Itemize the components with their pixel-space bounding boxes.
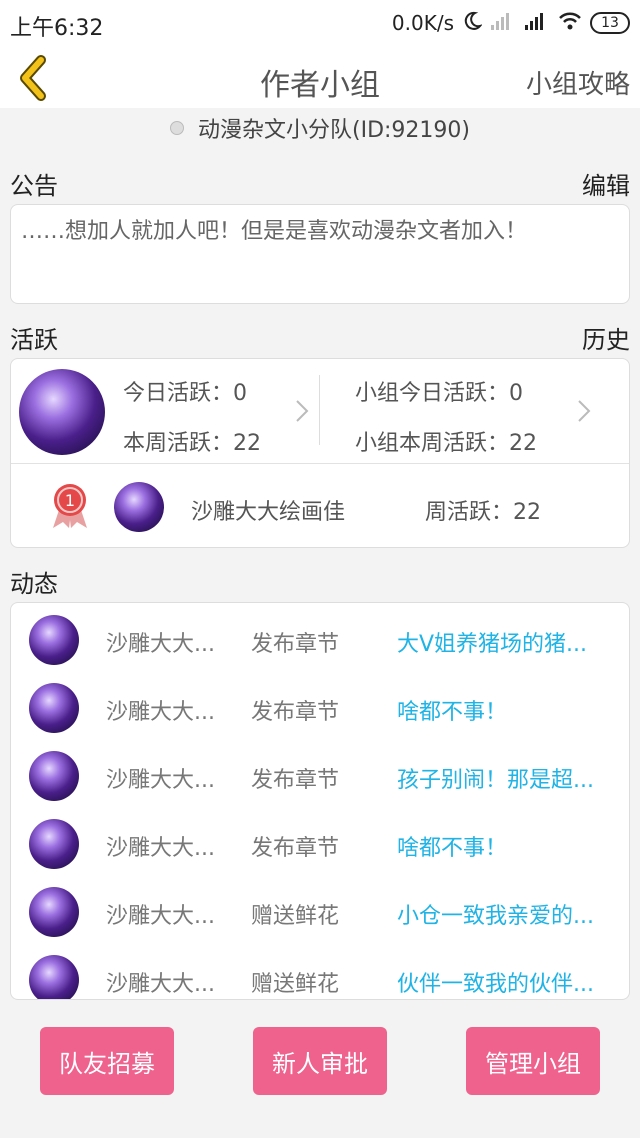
group-today-activity: 小组今日活跃：0	[355, 381, 523, 406]
feed-user: 沙雕大大...	[106, 904, 215, 929]
feed-target-link[interactable]: 伙伴一致我的伙伴...	[397, 966, 594, 998]
feed-user: 沙雕大大...	[106, 768, 215, 793]
notice-label: 公告	[10, 172, 58, 200]
feed-list[interactable]: 沙雕大大... 发布章节 大V姐养猪场的猪... 沙雕大大... 发布章节 啥都…	[10, 602, 630, 1000]
approve-button[interactable]: 新人审批	[253, 1027, 387, 1095]
top-member-row[interactable]: 1 沙雕大大绘画佳 周活跃：22	[11, 464, 629, 548]
status-time: 上午6:32	[10, 16, 104, 41]
divider	[319, 375, 320, 445]
signal-icon-2	[524, 11, 550, 36]
list-item[interactable]: 沙雕大大... 赠送鲜花 伙伴一致我的伙伴...	[11, 945, 629, 999]
feed-target-link[interactable]: 小仓一致我亲爱的...	[397, 898, 594, 930]
battery-indicator: 13	[590, 12, 630, 34]
moon-icon	[462, 11, 483, 36]
net-speed: 0.0K/s	[391, 11, 454, 35]
feed-target-link[interactable]: 啥都不事！	[397, 830, 507, 862]
feed-action: 赠送鲜花	[251, 904, 340, 929]
top-member-weekly: 周活跃：22	[425, 500, 541, 525]
today-activity: 今日活跃：0	[123, 381, 247, 406]
top-member-name: 沙雕大大绘画佳	[191, 500, 346, 525]
medal-icon: 1	[53, 484, 87, 528]
feed-action: 发布章节	[251, 700, 340, 725]
list-item[interactable]: 沙雕大大... 赠送鲜花 小仓一致我亲爱的...	[11, 877, 629, 945]
chevron-left-icon	[20, 55, 46, 101]
avatar	[114, 482, 164, 532]
avatar	[29, 615, 79, 665]
my-activity-link[interactable]: 今日活跃：0 本周活跃：22	[111, 359, 321, 463]
recruit-button[interactable]: 队友招募	[40, 1027, 174, 1095]
feed-action: 发布章节	[251, 632, 340, 657]
manage-group-button[interactable]: 管理小组	[466, 1027, 600, 1095]
feed-target-link[interactable]: 孩子别闹！那是超...	[397, 762, 594, 794]
activity-label: 活跃	[10, 326, 58, 354]
notice-card: ……想加人就加人吧！但是是喜欢动漫杂文者加入！	[10, 204, 630, 304]
chevron-right-icon	[296, 400, 309, 422]
feed-action: 发布章节	[251, 768, 340, 793]
feed-user: 沙雕大大...	[106, 972, 215, 997]
group-name: 动漫杂文小分队(ID:92190)	[198, 118, 470, 143]
status-bar: 上午6:32 0.0K/s 13	[0, 0, 640, 48]
feed-action: 发布章节	[251, 836, 340, 861]
group-info: 动漫杂文小分队(ID:92190)	[0, 108, 640, 148]
list-item[interactable]: 沙雕大大... 发布章节 啥都不事！	[11, 673, 629, 741]
avatar	[29, 751, 79, 801]
chevron-right-icon	[578, 400, 591, 422]
avatar	[29, 819, 79, 869]
group-week-activity: 小组本周活跃：22	[355, 431, 537, 456]
notice-text: ……想加人就加人吧！但是是喜欢动漫杂文者加入！	[21, 219, 528, 244]
activity-card: 今日活跃：0 本周活跃：22 小组今日活跃：0 小组本周活跃：22 1 沙雕大大…	[10, 358, 630, 548]
feed-action: 赠送鲜花	[251, 972, 340, 997]
feed-user: 沙雕大大...	[106, 700, 215, 725]
list-item[interactable]: 沙雕大大... 发布章节 孩子别闹！那是超...	[11, 741, 629, 809]
feed-target-link[interactable]: 大V姐养猪场的猪...	[397, 626, 587, 658]
week-activity: 本周活跃：22	[123, 431, 261, 456]
list-item[interactable]: 沙雕大大... 发布章节 大V姐养猪场的猪...	[11, 605, 629, 673]
list-item[interactable]: 沙雕大大... 发布章节 啥都不事！	[11, 809, 629, 877]
avatar	[29, 955, 79, 999]
group-icon	[170, 121, 184, 135]
wifi-icon	[558, 11, 582, 36]
feed-target-link[interactable]: 啥都不事！	[397, 694, 507, 726]
feed-user: 沙雕大大...	[106, 632, 215, 657]
avatar	[29, 887, 79, 937]
signal-icon	[490, 11, 516, 36]
group-guide-link[interactable]: 小组攻略	[526, 64, 630, 101]
feed-label: 动态	[10, 570, 58, 598]
nav-bar: 作者小组 小组攻略	[0, 48, 640, 108]
avatar	[29, 683, 79, 733]
status-icons: 0.0K/s 13	[392, 10, 630, 36]
avatar[interactable]	[19, 369, 105, 455]
history-button[interactable]: 历史	[582, 320, 630, 355]
group-activity-link[interactable]: 小组今日活跃：0 小组本周活跃：22	[341, 359, 621, 463]
edit-notice-button[interactable]: 编辑	[582, 166, 630, 201]
rank-number: 1	[65, 491, 75, 510]
feed-user: 沙雕大大...	[106, 836, 215, 861]
back-button[interactable]	[14, 54, 54, 102]
